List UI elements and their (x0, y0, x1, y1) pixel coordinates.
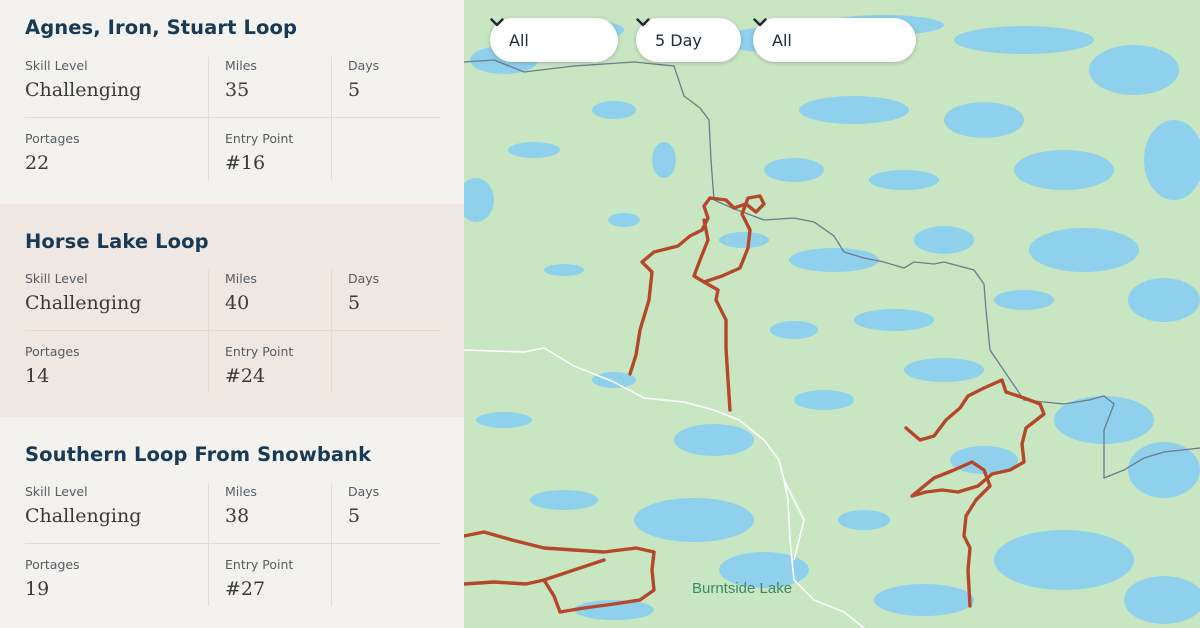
miles-value: 35 (225, 79, 250, 101)
divider (331, 270, 332, 393)
entry-point-cell: Entry Point #27 (225, 557, 293, 600)
miles-cell: Miles 38 (225, 484, 257, 527)
entry-point-value: #27 (225, 578, 266, 600)
days-cell: Days 5 (348, 484, 379, 527)
filter-value: All (772, 30, 792, 50)
map-canvas[interactable] (464, 0, 1200, 628)
route-card[interactable]: Agnes, Iron, Stuart Loop Skill Level Cha… (0, 0, 464, 204)
portages-cell: Portages 19 (25, 557, 80, 600)
divider (208, 483, 209, 606)
entry-point-label: Entry Point (225, 557, 294, 572)
miles-value: 40 (225, 292, 250, 314)
divider (331, 57, 332, 180)
skill-level-label: Skill Level (25, 58, 88, 73)
filter-entry-dropdown[interactable]: All (753, 18, 916, 62)
divider (25, 330, 440, 331)
route-title[interactable]: Agnes, Iron, Stuart Loop (25, 16, 297, 39)
chevron-down-icon (490, 18, 604, 48)
divider (208, 57, 209, 180)
place-label: Burntside Lake (692, 580, 793, 597)
skill-level-value: Challenging (25, 292, 142, 314)
divider (25, 543, 440, 544)
portages-value: 19 (25, 578, 50, 600)
days-label: Days (348, 271, 380, 286)
entry-point-value: #16 (225, 152, 266, 174)
skill-level-cell: Skill Level Challenging (25, 484, 141, 527)
miles-label: Miles (225, 271, 257, 286)
days-label: Days (348, 58, 380, 73)
route-card[interactable]: Horse Lake Loop Skill Level Challenging … (0, 204, 464, 417)
divider (331, 483, 332, 606)
skill-level-label: Skill Level (25, 271, 88, 286)
miles-label: Miles (225, 58, 257, 73)
portages-value: 22 (25, 152, 50, 174)
days-value: 5 (348, 292, 361, 314)
divider (208, 270, 209, 393)
map-view[interactable]: Burntside Lake All 5 Day All (464, 0, 1200, 628)
chevron-down-icon (636, 18, 727, 48)
skill-level-value: Challenging (25, 79, 142, 101)
skill-level-cell: Skill Level Challenging (25, 271, 141, 314)
miles-label: Miles (225, 484, 257, 499)
miles-cell: Miles 35 (225, 58, 257, 101)
filter-duration-dropdown[interactable]: 5 Day (636, 18, 741, 62)
entry-point-label: Entry Point (225, 344, 294, 359)
days-value: 5 (348, 505, 361, 527)
days-cell: Days 5 (348, 58, 379, 101)
miles-cell: Miles 40 (225, 271, 257, 314)
route-list: Agnes, Iron, Stuart Loop Skill Level Cha… (0, 0, 464, 628)
chevron-down-icon (753, 18, 902, 48)
skill-level-label: Skill Level (25, 484, 88, 499)
route-title[interactable]: Southern Loop From Snowbank (25, 443, 371, 466)
filter-value: 5 Day (655, 30, 702, 50)
entry-point-cell: Entry Point #24 (225, 344, 293, 387)
route-title[interactable]: Horse Lake Loop (25, 230, 209, 253)
portages-value: 14 (25, 365, 50, 387)
days-cell: Days 5 (348, 271, 379, 314)
miles-value: 38 (225, 505, 250, 527)
skill-level-cell: Skill Level Challenging (25, 58, 141, 101)
portages-label: Portages (25, 344, 80, 359)
entry-point-value: #24 (225, 365, 266, 387)
entry-point-cell: Entry Point #16 (225, 131, 293, 174)
entry-point-label: Entry Point (225, 131, 294, 146)
portages-cell: Portages 22 (25, 131, 80, 174)
divider (25, 117, 440, 118)
filter-value: All (509, 30, 529, 50)
days-label: Days (348, 484, 380, 499)
filter-skill-dropdown[interactable]: All (490, 18, 618, 62)
skill-level-value: Challenging (25, 505, 142, 527)
days-value: 5 (348, 79, 361, 101)
portages-cell: Portages 14 (25, 344, 80, 387)
portages-label: Portages (25, 131, 80, 146)
portages-label: Portages (25, 557, 80, 572)
route-card[interactable]: Southern Loop From Snowbank Skill Level … (0, 417, 464, 628)
